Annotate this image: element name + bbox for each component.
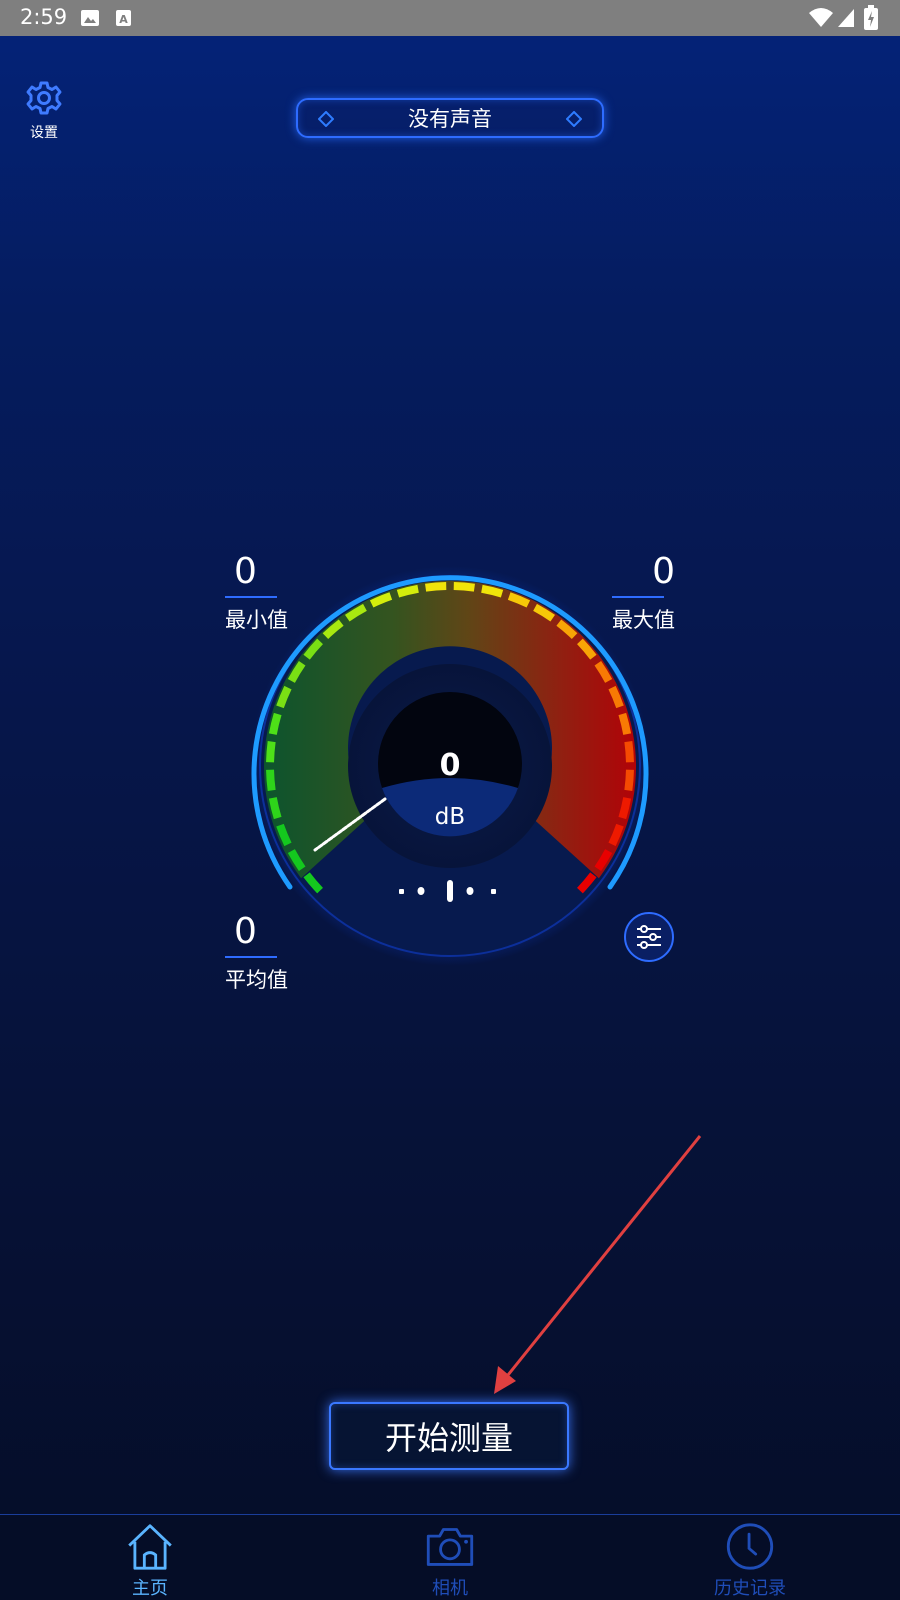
nav-label-camera: 相机 — [432, 1578, 468, 1599]
status-bar: 2:59 A — [0, 0, 900, 36]
filter-settings-button[interactable] — [624, 912, 674, 962]
camera-icon — [426, 1528, 474, 1566]
status-time: 2:59 — [20, 5, 68, 29]
sound-status-text: 没有声音 — [408, 107, 492, 131]
nav-item-camera[interactable]: 相机 — [300, 1515, 600, 1600]
image-icon — [80, 8, 100, 32]
a-icon: A — [115, 8, 133, 32]
nav-item-history[interactable]: 历史记录 — [600, 1515, 900, 1600]
start-measure-button[interactable]: 开始测量 — [329, 1402, 569, 1470]
gauge-tick-segment — [453, 582, 475, 592]
gauge-value: 0 — [439, 748, 461, 783]
battery-icon — [864, 5, 878, 35]
gauge-tick-segment — [396, 584, 419, 598]
sound-level-gauge: 0 dB — [240, 556, 660, 976]
settings-label: 设置 — [30, 125, 58, 141]
nav-label-home: 主页 — [132, 1578, 168, 1599]
diamond-right-icon — [565, 110, 583, 131]
settings-button[interactable]: 设置 — [22, 80, 66, 142]
gauge-tick-segment — [268, 712, 282, 735]
gauge-tick-segment — [425, 582, 447, 592]
wifi-icon — [808, 7, 834, 33]
bottom-navigation: 主页 相机 历史记录 — [0, 1514, 900, 1600]
gauge-tick-segment — [618, 712, 632, 735]
nav-item-home[interactable]: 主页 — [0, 1515, 300, 1600]
clock-icon — [726, 1523, 774, 1570]
diamond-left-icon — [317, 110, 335, 131]
sliders-icon — [637, 925, 661, 949]
nav-label-history: 历史记录 — [714, 1578, 786, 1599]
home-icon — [128, 1524, 172, 1570]
signal-icon — [836, 7, 856, 33]
gauge-tick-segment — [481, 584, 504, 598]
gear-icon — [26, 81, 62, 115]
gauge-unit: dB — [434, 804, 466, 830]
sound-status-indicator: 没有声音 — [296, 98, 604, 138]
svg-text:A: A — [119, 13, 128, 26]
